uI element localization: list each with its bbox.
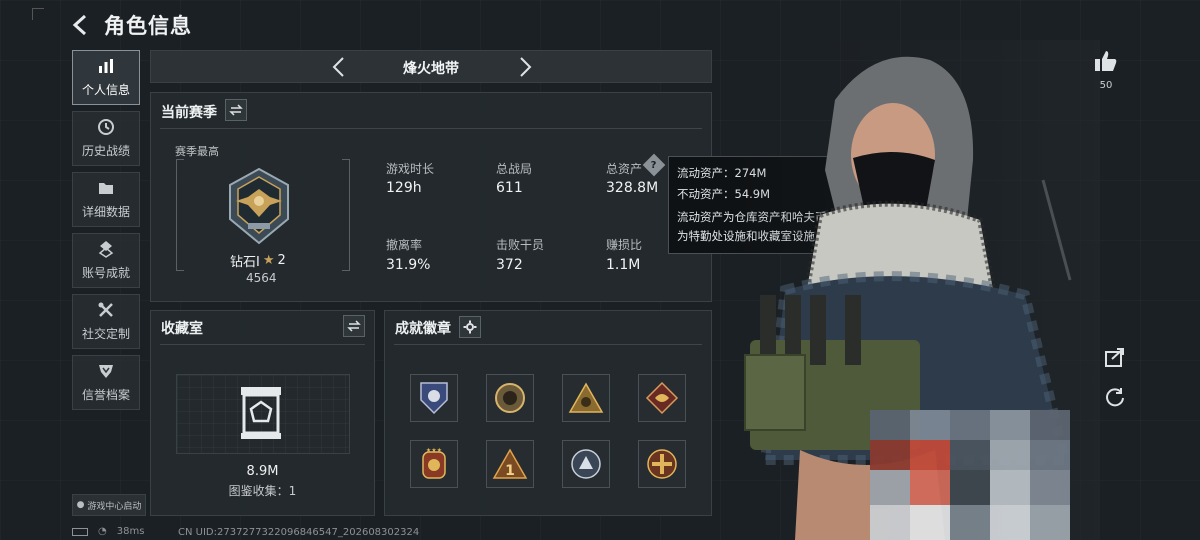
sidebar-item-label: 详细数据 [81,205,130,219]
sidebar-item-details[interactable]: 详细数据 [72,172,140,227]
launch-source-tag: ● 游戏中心启动 [72,494,146,516]
frame-bracket-left [176,159,184,271]
refresh-icon[interactable] [1104,386,1126,408]
collection-progress: 图鉴收集：1 [228,484,297,498]
sidebar-item-label: 历史战绩 [81,144,130,158]
header: 角色信息 [70,10,192,40]
rank-points: 4564 [246,271,277,285]
sidebar-item-reputation[interactable]: 信誉档案 [72,355,140,410]
tools-icon [98,302,113,317]
svg-text:1: 1 [505,463,515,479]
mode-title: 烽火地带 [403,61,459,77]
sidebar-item-social[interactable]: 社交定制 [72,294,140,349]
qq-icon: ● [76,500,85,510]
frame-bracket-right [342,159,350,271]
wifi-icon: ◔ [98,526,107,537]
swap-icon [229,104,243,116]
stat-value-extract-rate: 31.9% [386,257,431,273]
season-switch-button[interactable] [225,99,247,121]
clock-icon [98,119,114,135]
achievement-badge-cross[interactable] [638,440,686,488]
achievements-title: 成就徽章 [395,321,451,337]
divider [160,344,365,345]
stat-value-total-matches: 611 [496,180,523,196]
diamond-rank-emblem [229,167,289,245]
stat-value-kills: 372 [496,257,523,273]
sidebar-item-label: 账号成就 [81,266,130,280]
folder-icon [99,183,113,194]
achievement-badge-eagle[interactable] [410,374,458,422]
season-best-label: 赛季最高 [175,145,219,158]
achievement-badge-triangle[interactable] [562,374,610,422]
stat-label-playtime: 游戏时长 [386,162,435,176]
stat-label-total-matches: 总战局 [496,162,533,176]
rank-stars: 2 [277,253,286,268]
mode-switcher: 烽火地带 [150,50,712,83]
like-count: 50 [1099,80,1113,91]
gear-icon [463,320,477,334]
rank-name: 钻石I [230,255,260,270]
battery-icon [72,527,88,536]
achievements-settings-button[interactable] [459,316,481,338]
achievement-badge-dragon[interactable] [638,374,686,422]
collection-title: 收藏室 [161,321,203,337]
page-title: 角色信息 [104,14,192,38]
collection-value: 8.9M [246,464,279,479]
medal-icon [98,241,114,258]
stat-value-profit-ratio: 1.1M [606,257,641,273]
divider [160,128,702,129]
sidebar-item-label: 社交定制 [81,327,130,341]
swap-icon [347,320,361,332]
sidebar-item-history[interactable]: 历史战绩 [72,111,140,166]
uid-text: CN UID:2737277322096846547_202608302324 [178,527,420,538]
bar-chart-icon [99,59,113,73]
sidebar: 个人信息 历史战绩 详细数据 账号成就 社交定制 信誉档案 [72,50,140,416]
thumbs-up-icon[interactable] [1093,48,1119,74]
season-title: 当前赛季 [161,105,217,121]
stat-label-extract-rate: 撤离率 [386,238,423,252]
collection-switch-button[interactable] [343,315,365,337]
vault-icon [241,387,281,439]
stat-label-kills: 击败干员 [496,238,545,252]
sidebar-item-achievements[interactable]: 账号成就 [72,233,140,288]
stat-value-total-assets: 328.8M [606,180,659,196]
back-arrow-icon[interactable] [70,12,92,38]
star-icon: ★ [262,253,275,268]
achievement-badge-stars[interactable]: ★★★ [410,440,458,488]
svg-text:★★★: ★★★ [426,447,442,454]
achievement-badge-round[interactable] [486,374,534,422]
rank-line: 钻石I ★ 2 [230,251,286,270]
divider [394,344,702,345]
stat-label-total-assets: 总资产 [606,162,643,176]
achievement-badge-one[interactable]: 1 [486,440,534,488]
status-bar: ◔ 38ms [72,526,144,537]
sidebar-item-personal-info[interactable]: 个人信息 [72,50,140,105]
shield-icon [99,365,113,378]
achievement-badge-wolf[interactable] [562,440,610,488]
ping-text: 38ms [116,526,145,537]
character-portrait [725,40,1100,540]
sidebar-item-label: 信誉档案 [81,388,130,402]
stat-value-playtime: 129h [386,180,422,196]
sidebar-item-label: 个人信息 [81,83,130,97]
next-mode-icon[interactable] [515,56,535,78]
corner-mark [32,8,44,20]
share-icon[interactable] [1104,346,1126,368]
stat-label-profit-ratio: 赚损比 [606,238,643,252]
